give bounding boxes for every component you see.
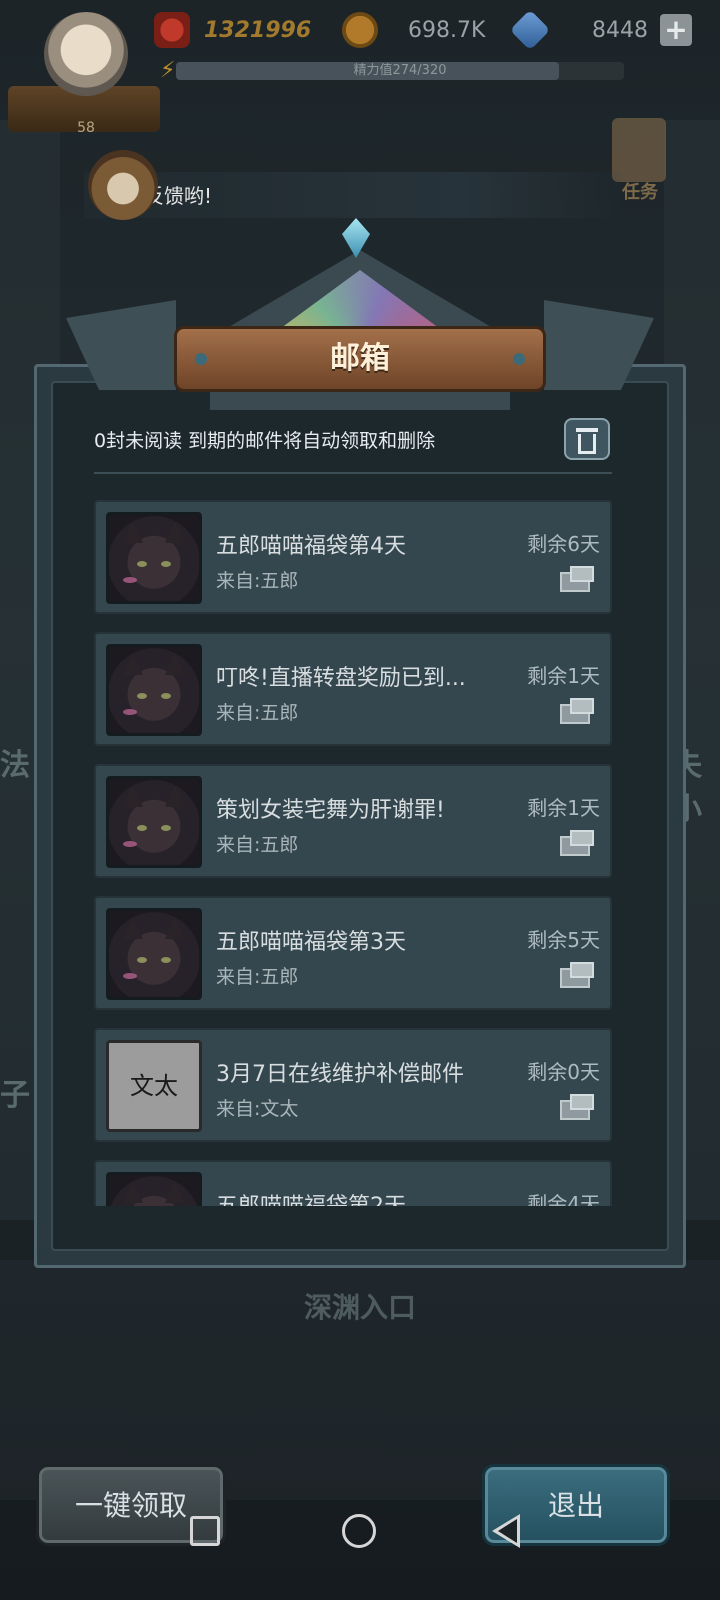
mail-item[interactable]: 策划女装宅舞为肝谢罪! 来自:五郎 剩余1天 xyxy=(94,764,612,878)
envelope-icon xyxy=(560,1092,596,1122)
mail-item[interactable]: 文太 3月7日在线维护补偿邮件 来自:文太 剩余0天 xyxy=(94,1028,612,1142)
gold-resource: 1321996 xyxy=(154,10,311,50)
level-badge: 58 xyxy=(77,120,95,136)
game-screen: 法 子 失小 深渊入口 58 1321996 698.7K 8448 + ⚡ 精… xyxy=(0,0,720,1600)
system-nav-bar xyxy=(0,1500,720,1600)
cat-ear xyxy=(123,1181,143,1203)
mail-expiry: 剩余4天 xyxy=(527,1192,600,1206)
trash-icon xyxy=(576,428,598,432)
divider xyxy=(94,472,612,474)
mail-list[interactable]: 五郎喵喵福袋第4天 来自:五郎 剩余6天 叮咚!直播转盘奖励已到... 来自:五… xyxy=(94,500,612,1206)
cat-eye xyxy=(137,561,147,567)
cat-ear xyxy=(123,785,143,807)
avatar-portrait xyxy=(44,12,128,96)
avatar-text: 文太 xyxy=(130,1072,178,1100)
mail-expiry: 剩余5天 xyxy=(527,928,600,952)
envelope-icon xyxy=(560,696,596,726)
mail-sender: 来自:五郎 xyxy=(216,702,299,724)
cat-ear xyxy=(123,917,143,939)
add-gems-button[interactable]: + xyxy=(660,14,692,46)
gem-icon xyxy=(509,9,551,51)
bg-side-label: 法 xyxy=(0,748,30,783)
mailbox-title: 邮箱 xyxy=(330,341,390,376)
coin-resource: 698.7K xyxy=(342,10,485,50)
gold-banner-icon xyxy=(154,12,190,48)
mail-expiry: 剩余0天 xyxy=(527,1060,600,1084)
cat-blush xyxy=(123,709,137,715)
unread-info: 0封未阅读 到期的邮件将自动领取和删除 xyxy=(94,430,436,452)
cat-avatar-icon xyxy=(106,1172,202,1206)
cat-ear xyxy=(165,917,185,939)
cat-avatar-icon xyxy=(106,644,202,736)
recent-apps-icon[interactable] xyxy=(190,1516,220,1546)
cat-blush xyxy=(123,973,137,979)
text-avatar-icon: 文太 xyxy=(106,1040,202,1132)
cat-eye xyxy=(161,825,171,831)
cat-blush xyxy=(123,577,137,583)
crystal-gem-ornament xyxy=(342,218,370,258)
cat-ear xyxy=(123,521,143,543)
cat-eye xyxy=(137,957,147,963)
deep-entrance-label: 深渊入口 xyxy=(303,1291,416,1324)
cat-eye xyxy=(161,561,171,567)
cat-avatar-icon xyxy=(106,908,202,1000)
notice-banner: 反馈哟! xyxy=(84,172,624,218)
mail-subject: 五郎喵喵福袋第4天 xyxy=(216,534,406,559)
cat-avatar-icon xyxy=(106,776,202,868)
envelope-icon xyxy=(560,828,596,858)
mail-sender: 来自:文太 xyxy=(216,1098,299,1120)
gem-resource: 8448 xyxy=(509,9,648,51)
mail-sender: 来自:五郎 xyxy=(216,570,299,592)
cat-avatar-icon xyxy=(106,512,202,604)
mailbox-header: 0封未阅读 到期的邮件将自动领取和删除 xyxy=(94,418,614,460)
mail-sender: 来自:五郎 xyxy=(216,834,299,856)
cat-eye xyxy=(137,825,147,831)
mail-subject: 策划女装宅舞为肝谢罪! xyxy=(216,798,445,823)
lightning-icon: ⚡ xyxy=(160,58,176,83)
bg-side-label: 子 xyxy=(0,1078,30,1113)
mail-item[interactable]: 五郎喵喵福袋第2天 剩余4天 xyxy=(94,1160,612,1206)
cat-ear xyxy=(123,653,143,675)
mail-item[interactable]: 叮咚!直播转盘奖励已到... 来自:五郎 剩余1天 xyxy=(94,632,612,746)
mail-item[interactable]: 五郎喵喵福袋第4天 来自:五郎 剩余6天 xyxy=(94,500,612,614)
mail-expiry: 剩余1天 xyxy=(527,664,600,688)
cat-ear xyxy=(165,785,185,807)
cat-eye xyxy=(137,693,147,699)
player-avatar[interactable]: 58 xyxy=(8,6,160,136)
cat-blush xyxy=(123,841,137,847)
top-hud: 58 1321996 698.7K 8448 + ⚡ 精力值274/320 xyxy=(0,0,720,136)
envelope-icon xyxy=(560,564,596,594)
cat-eye xyxy=(161,957,171,963)
home-icon[interactable] xyxy=(342,1514,376,1548)
gem-value: 8448 xyxy=(592,17,648,43)
cat-ear xyxy=(165,653,185,675)
delete-read-button[interactable] xyxy=(564,418,610,460)
trash-can-body xyxy=(578,434,596,454)
mail-subject: 五郎喵喵福袋第3天 xyxy=(216,930,406,955)
mail-item[interactable]: 五郎喵喵福袋第3天 来自:五郎 剩余5天 xyxy=(94,896,612,1010)
energy-label: 精力值274/320 xyxy=(353,63,447,78)
mail-subject: 3月7日在线维护补偿邮件 xyxy=(216,1062,464,1087)
cat-eye xyxy=(161,693,171,699)
cat-ear xyxy=(165,1181,185,1203)
energy-bar: 精力值274/320 xyxy=(176,62,624,80)
mail-subject: 五郎喵喵福袋第2天 xyxy=(216,1188,506,1206)
cat-ear xyxy=(165,521,185,543)
mailbox-title-plate: 邮箱 xyxy=(174,326,546,392)
mail-expiry: 剩余6天 xyxy=(527,532,600,556)
gold-value: 1321996 xyxy=(204,17,312,43)
owl-icon xyxy=(88,150,158,220)
coin-icon xyxy=(342,12,378,48)
envelope-icon xyxy=(560,960,596,990)
mail-expiry: 剩余1天 xyxy=(527,796,600,820)
coin-value: 698.7K xyxy=(408,17,486,43)
back-icon-inner xyxy=(498,1519,517,1543)
mail-sender: 来自:五郎 xyxy=(216,966,299,988)
mail-subject: 叮咚!直播转盘奖励已到... xyxy=(216,666,466,691)
